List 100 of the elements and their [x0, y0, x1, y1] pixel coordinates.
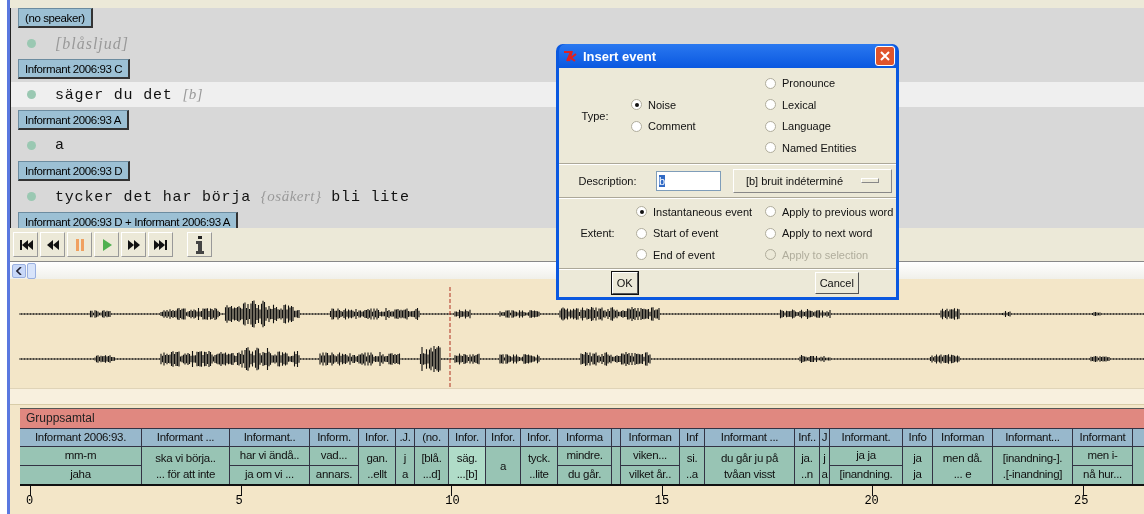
speaker-cell: (no. — [415, 428, 448, 447]
fast-forward-button[interactable] — [121, 232, 146, 257]
radio-label: Noise — [648, 98, 677, 111]
radio-label: Apply to selection — [782, 248, 869, 261]
dialog-title: Insert event — [583, 48, 657, 64]
radio-button[interactable] — [636, 206, 647, 217]
annotation-cell[interactable]: ja ja — [830, 447, 902, 465]
radio-button[interactable] — [631, 120, 642, 132]
speaker-cell: Informan — [621, 428, 679, 447]
speaker-cell: Informant ... — [142, 428, 229, 447]
speaker-cell: Informant — [1073, 428, 1132, 447]
annotation-cell[interactable]: mindre. — [558, 447, 611, 465]
fast-forward-icon — [127, 237, 140, 252]
speaker-cell: Inf.. — [795, 428, 819, 447]
description-dropdown[interactable]: [b] bruit indéterminé — [733, 168, 892, 193]
radio-button[interactable] — [765, 99, 776, 111]
speaker-cell: Informant 2006:93. — [20, 428, 141, 447]
annotation-cell[interactable]: viken... — [621, 447, 679, 465]
speaker-cell: Inf — [680, 428, 704, 447]
cancel-button[interactable]: Cancel — [814, 272, 859, 294]
speaker-cell: Informant. — [830, 428, 902, 447]
radio-button[interactable] — [631, 99, 642, 111]
close-button[interactable] — [875, 46, 895, 66]
speaker-cell: Informa — [558, 428, 611, 447]
axis-label: 0 — [26, 494, 34, 508]
dropdown-indicator-icon — [861, 178, 880, 183]
utterance-text[interactable]: säger du det [b] — [55, 85, 204, 104]
rewind-icon — [46, 237, 59, 252]
scroll-thumb[interactable] — [27, 262, 36, 279]
close-icon — [880, 51, 890, 61]
radio-label: Instantaneous event — [653, 205, 753, 218]
status-dot-icon — [27, 141, 36, 150]
speaker-cell: J — [820, 428, 829, 447]
status-dot-icon — [27, 90, 36, 99]
annotation-cell[interactable]: mm-m — [20, 447, 141, 465]
tier-header[interactable]: Gruppsamtal — [20, 408, 1144, 428]
utterance-text[interactable]: tycker det har börja {osäkert} bli lite — [55, 187, 410, 206]
axis-label: 25 — [1073, 494, 1089, 508]
speaker-cell: Infor. — [486, 428, 520, 447]
radio-button[interactable] — [765, 77, 776, 89]
radio-button[interactable] — [765, 142, 776, 154]
radio-label: Start of event — [653, 227, 719, 239]
info-icon — [194, 235, 205, 254]
annotation-cell[interactable]: jaha — [20, 465, 141, 484]
skip-to-end-button[interactable] — [148, 232, 173, 257]
annotation-cell[interactable]: vilket år.. — [621, 465, 679, 484]
scroll-left-button[interactable] — [12, 263, 26, 278]
annotation-cell[interactable]: ja om vi ... — [230, 465, 309, 484]
radio-label: Named Entities — [782, 141, 857, 154]
radio-label: Lexical — [782, 98, 817, 111]
radio-button[interactable] — [636, 249, 647, 260]
status-dot-icon — [27, 192, 36, 201]
radio-label: Pronounce — [782, 77, 836, 90]
annotation-cell[interactable]: har vi ändå.. — [230, 447, 309, 465]
annotation-cell[interactable]: nå hur... — [1073, 465, 1132, 484]
annotation-cell[interactable]: j a — [821, 449, 828, 482]
radio-label: End of event — [653, 248, 715, 261]
info-button[interactable] — [187, 232, 212, 257]
speaker-cell: Informant... — [993, 428, 1072, 447]
speaker-label[interactable]: Informant 2006:93 C — [18, 59, 131, 79]
radio-button[interactable] — [765, 206, 776, 217]
axis-label: 15 — [654, 494, 670, 508]
play-icon — [100, 237, 113, 252]
speaker-label[interactable]: Informant 2006:93 D + Informant 2006:93 A — [18, 212, 239, 228]
axis-label: 20 — [864, 494, 879, 508]
speaker-cell: Informant ... — [705, 428, 794, 447]
skip-to-start-icon — [18, 237, 33, 252]
pause-icon — [73, 237, 86, 252]
skip-to-end-icon — [153, 237, 168, 252]
annotation-cell[interactable]: annars. — [310, 465, 358, 484]
annotation-cell[interactable]: [inandning. — [830, 465, 902, 484]
rewind-button[interactable] — [40, 232, 65, 257]
annotation-cell[interactable]: du går. — [558, 465, 611, 484]
radio-label: Apply to previous word — [782, 205, 894, 218]
speaker-cell: .J. — [396, 428, 414, 447]
radio-button[interactable] — [636, 227, 647, 239]
speaker-cell: Infor. — [359, 428, 395, 447]
annotation-cell[interactable]: men i- — [1073, 447, 1132, 465]
ok-button[interactable]: OK — [611, 272, 638, 294]
speaker-cell: Informan — [933, 428, 992, 447]
extent-label: Extent: — [579, 227, 616, 239]
speaker-cell: Inform. — [310, 428, 358, 447]
speaker-label[interactable]: (no speaker) — [18, 8, 93, 28]
annotation-cell[interactable]: vad... — [310, 447, 358, 465]
skip-to-start-button[interactable] — [13, 232, 38, 257]
app-logo-icon — [563, 50, 579, 62]
axis-label: 10 — [445, 494, 460, 508]
speaker-label[interactable]: Informant 2006:93 D — [18, 161, 131, 181]
radio-button[interactable] — [765, 120, 776, 132]
description-label: Description: — [577, 174, 638, 187]
speaker-label[interactable]: Informant 2006:93 A — [18, 110, 129, 130]
description-field[interactable]: b — [656, 170, 721, 191]
radio-button[interactable] — [765, 227, 776, 239]
radio-label: Comment — [648, 120, 696, 133]
speaker-cell: Info — [903, 428, 932, 447]
annotation-cell[interactable]: a — [499, 457, 507, 474]
utterance-text[interactable]: a — [55, 137, 65, 154]
radio-label: Apply to next word — [782, 227, 873, 239]
type-label: Type: — [580, 109, 610, 122]
radio-label: Language — [782, 120, 831, 133]
